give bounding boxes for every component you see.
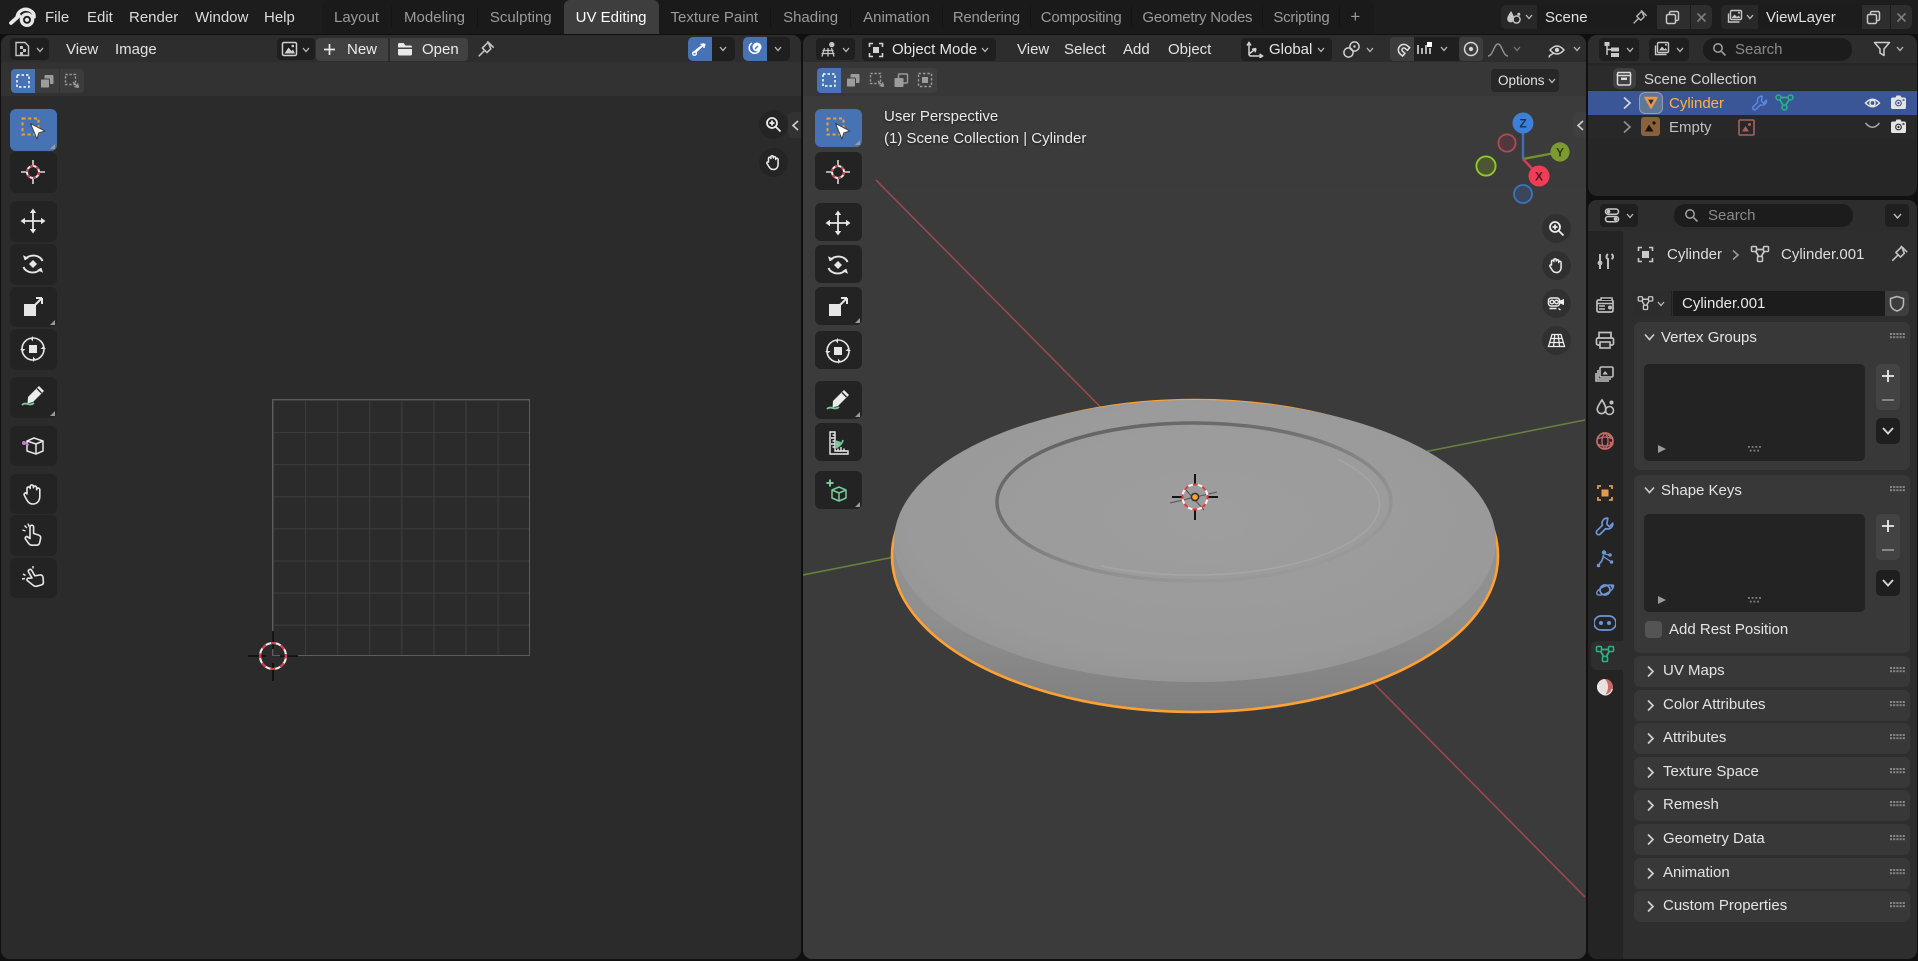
svg-text:Z: Z bbox=[1519, 117, 1526, 131]
svg-text:Y: Y bbox=[1556, 146, 1564, 160]
svg-text:X: X bbox=[1535, 170, 1543, 184]
